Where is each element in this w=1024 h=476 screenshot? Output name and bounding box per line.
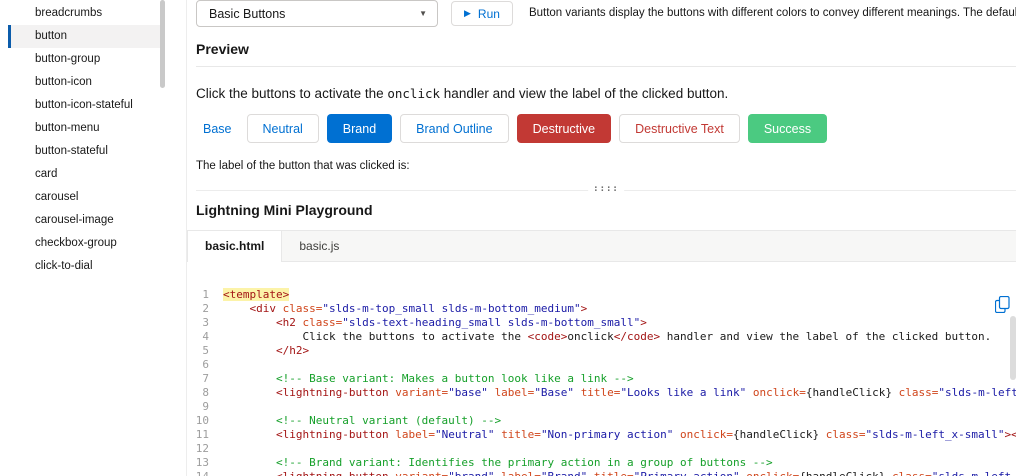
run-button-label: Run	[478, 7, 500, 21]
preview-button-success[interactable]: Success	[748, 114, 827, 143]
playground-heading: Lightning Mini Playground	[196, 202, 1016, 218]
preview-button-row: Base Neutral Brand Brand Outline Destruc…	[196, 114, 1016, 143]
line-number: 2	[187, 302, 223, 316]
preview-instruction: Click the buttons to activate the onclic…	[196, 86, 1016, 101]
code-line[interactable]: 3 <h2 class="slds-text-heading_small sld…	[187, 316, 1016, 330]
preview-button-destructive[interactable]: Destructive	[517, 114, 612, 143]
line-number: 5	[187, 344, 223, 358]
line-number: 6	[187, 358, 223, 372]
sidebar-item-button-menu[interactable]: button-menu	[8, 117, 160, 140]
sidebar-item-button-icon[interactable]: button-icon	[8, 71, 160, 94]
instruction-text-after: handler and view the label of the clicke…	[440, 86, 728, 101]
sidebar-item-button-stateful[interactable]: button-stateful	[8, 140, 160, 163]
preview-button-brand[interactable]: Brand	[327, 114, 392, 143]
line-number: 10	[187, 414, 223, 428]
line-number: 3	[187, 316, 223, 330]
sidebar: breadcrumbs button button-group button-i…	[0, 0, 187, 476]
code-line[interactable]: 2 <div class="slds-m-top_small slds-m-bo…	[187, 302, 1016, 316]
example-select[interactable]: Basic Buttons ▼	[196, 0, 438, 27]
code-area[interactable]: 1<template>2 <div class="slds-m-top_smal…	[187, 288, 1016, 476]
sidebar-item-breadcrumbs[interactable]: breadcrumbs	[8, 2, 160, 25]
line-number: 9	[187, 400, 223, 414]
line-number: 13	[187, 456, 223, 470]
sidebar-item-click-to-dial[interactable]: click-to-dial	[8, 255, 160, 272]
code-line[interactable]: 7 <!-- Base variant: Makes a button look…	[187, 372, 1016, 386]
preview-button-neutral[interactable]: Neutral	[247, 114, 319, 143]
sidebar-item-checkbox-group[interactable]: checkbox-group	[8, 232, 160, 255]
clicked-label-prompt: The label of the button that was clicked…	[196, 160, 1016, 172]
line-number: 14	[187, 470, 223, 476]
page: breadcrumbs button button-group button-i…	[0, 0, 1024, 476]
preview-button-destructive-text[interactable]: Destructive Text	[619, 114, 740, 143]
preview-button-brand-outline[interactable]: Brand Outline	[400, 114, 508, 143]
example-description: Button variants display the buttons with…	[529, 0, 1016, 27]
tab-basic-js[interactable]: basic.js	[282, 231, 356, 261]
code-line[interactable]: 4 Click the buttons to activate the <cod…	[187, 330, 1016, 344]
code-line[interactable]: 11 <lightning-button label="Neutral" tit…	[187, 428, 1016, 442]
main-content: Basic Buttons ▼ ▶ Run Button variants di…	[187, 0, 1024, 476]
code-line[interactable]: 5 </h2>	[187, 344, 1016, 358]
code-line[interactable]: 6	[187, 358, 1016, 372]
code-line[interactable]: 13 <!-- Brand variant: Identifies the pr…	[187, 456, 1016, 470]
preview-divider	[196, 66, 1016, 67]
instruction-text-before: Click the buttons to activate the	[196, 86, 387, 101]
play-icon: ▶	[464, 8, 471, 19]
preview-heading: Preview	[196, 41, 1016, 57]
line-number: 1	[187, 288, 223, 302]
line-number: 8	[187, 386, 223, 400]
run-button[interactable]: ▶ Run	[451, 1, 513, 26]
sidebar-item-carousel-image[interactable]: carousel-image	[8, 209, 160, 232]
editor-scrollbar-thumb[interactable]	[1010, 316, 1016, 380]
preview-button-base[interactable]: Base	[196, 114, 239, 143]
sidebar-item-button-group[interactable]: button-group	[8, 48, 160, 71]
line-number: 7	[187, 372, 223, 386]
tab-basic-html[interactable]: basic.html	[187, 231, 282, 261]
sidebar-scrollbar-thumb[interactable]	[160, 0, 165, 88]
resize-splitter[interactable]: ::::	[196, 185, 1016, 195]
editor-tab-bar: basic.html basic.js	[187, 230, 1016, 262]
code-line[interactable]: 9	[187, 400, 1016, 414]
example-toolbar: Basic Buttons ▼ ▶ Run Button variants di…	[196, 0, 1016, 29]
line-number: 11	[187, 428, 223, 442]
code-editor[interactable]: 1<template>2 <div class="slds-m-top_smal…	[187, 288, 1016, 476]
code-line[interactable]: 14 <lightning-button variant="brand" lab…	[187, 470, 1016, 476]
sidebar-nav-list: breadcrumbs button button-group button-i…	[0, 2, 186, 272]
chevron-down-icon: ▼	[419, 9, 427, 18]
line-number: 4	[187, 330, 223, 344]
copy-code-button[interactable]	[993, 294, 1012, 318]
code-line[interactable]: 12	[187, 442, 1016, 456]
drag-handle-icon[interactable]: ::::	[588, 184, 624, 194]
sidebar-item-carousel[interactable]: carousel	[8, 186, 160, 209]
sidebar-item-button-icon-stateful[interactable]: button-icon-stateful	[8, 94, 160, 117]
line-number: 12	[187, 442, 223, 456]
example-select-value: Basic Buttons	[209, 7, 285, 21]
code-line[interactable]: 1<template>	[187, 288, 1016, 302]
code-line[interactable]: 8 <lightning-button variant="base" label…	[187, 386, 1016, 400]
sidebar-item-card[interactable]: card	[8, 163, 160, 186]
code-line[interactable]: 10 <!-- Neutral variant (default) -->	[187, 414, 1016, 428]
copy-icon	[995, 296, 1010, 313]
sidebar-item-button[interactable]: button	[8, 25, 160, 48]
inline-code: onclick	[387, 86, 440, 101]
